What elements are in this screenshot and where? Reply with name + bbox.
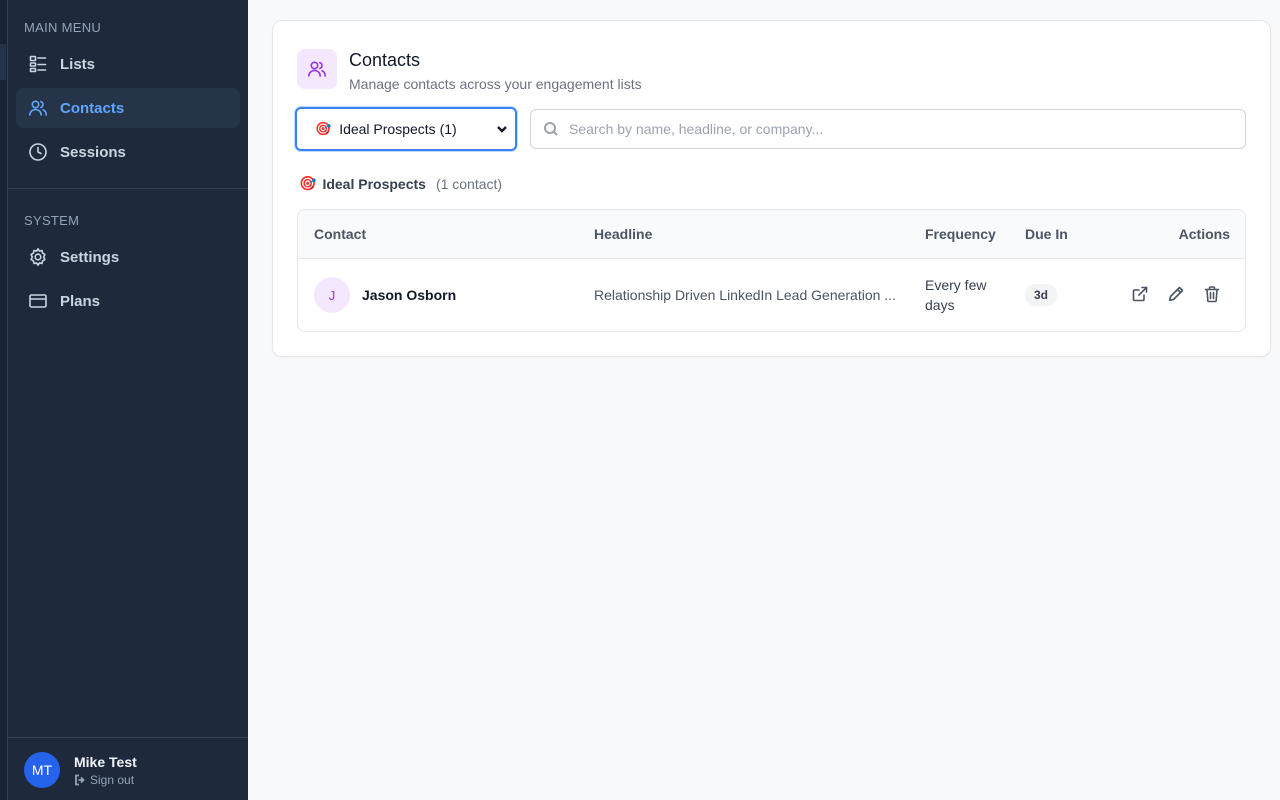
- table-row[interactable]: J Jason Osborn Relationship Driven Linke…: [298, 259, 1245, 331]
- list-icon: [29, 55, 47, 73]
- user-profile: MT Mike Test Sign out: [24, 752, 137, 788]
- sign-out-link[interactable]: Sign out: [74, 773, 137, 787]
- list-filter-value: Ideal Prospects (1): [339, 121, 457, 137]
- target-emoji-icon: 🎯: [315, 121, 332, 136]
- edit-contact-button[interactable]: [1167, 285, 1187, 305]
- contacts-table: Contact Headline Frequency Due In Action…: [297, 209, 1246, 332]
- frequency-line: days: [925, 297, 955, 313]
- target-emoji-icon: 🎯: [299, 175, 317, 191]
- due-badge: 3d: [1025, 284, 1058, 306]
- clock-icon: [29, 143, 47, 161]
- contact-avatar: J: [314, 277, 350, 313]
- contact-frequency: Every few days: [925, 275, 986, 315]
- trash-icon: [1204, 286, 1220, 303]
- delete-contact-button[interactable]: [1203, 285, 1223, 305]
- users-icon: [29, 100, 47, 116]
- sidebar-item-label: Plans: [60, 292, 101, 310]
- avatar[interactable]: MT: [24, 752, 60, 788]
- sidebar-item-label: Contacts: [60, 99, 125, 117]
- search-input[interactable]: [569, 121, 1209, 137]
- sidebar-item-label: Sessions: [60, 143, 126, 161]
- edge-marker: [0, 44, 6, 80]
- system-label: SYSTEM: [24, 213, 80, 228]
- sidebar-footer-divider: [8, 737, 248, 738]
- col-contact[interactable]: Contact: [314, 226, 366, 242]
- sidebar-item-label: Settings: [60, 248, 120, 266]
- list-heading: 🎯 Ideal Prospects (1 contact): [299, 175, 502, 192]
- col-due-in[interactable]: Due In: [1025, 226, 1068, 242]
- contact-headline: Relationship Driven LinkedIn Lead Genera…: [594, 287, 896, 303]
- col-headline[interactable]: Headline: [594, 226, 652, 242]
- col-actions: Actions: [1178, 226, 1230, 242]
- list-count: (1 contact): [435, 175, 503, 192]
- sidebar-item-contacts[interactable]: Contacts: [16, 88, 240, 128]
- gear-icon: [30, 248, 46, 266]
- users-icon: [308, 61, 326, 77]
- user-name: Mike Test: [74, 753, 137, 770]
- col-frequency[interactable]: Frequency: [925, 226, 996, 242]
- sidebar-item-plans[interactable]: Plans: [16, 281, 240, 321]
- main-menu-label: MAIN MENU: [24, 20, 102, 35]
- header-icon-box: [297, 49, 337, 89]
- sidebar-item-settings[interactable]: Settings: [16, 237, 240, 277]
- sign-out-icon: [75, 774, 85, 785]
- external-link-icon: [1132, 286, 1148, 302]
- window-edge: [0, 0, 8, 800]
- search-icon: [544, 122, 558, 136]
- list-name: Ideal Prospects: [322, 175, 426, 192]
- sidebar: MAIN MENU Lists Contacts Sessions SYSTEM…: [8, 0, 248, 800]
- page-subtitle: Manage contacts across your engagement l…: [349, 76, 642, 92]
- table-header: Contact Headline Frequency Due In Action…: [298, 210, 1245, 259]
- sidebar-divider: [8, 188, 248, 189]
- contacts-card: Contacts Manage contacts across your eng…: [272, 20, 1271, 357]
- open-profile-button[interactable]: [1131, 285, 1151, 305]
- page-title: Contacts: [349, 50, 421, 70]
- pencil-icon: [1168, 286, 1184, 302]
- search-box[interactable]: [530, 109, 1246, 149]
- chevron-down-icon: [497, 126, 507, 133]
- sidebar-item-lists[interactable]: Lists: [16, 44, 240, 84]
- list-filter-select[interactable]: 🎯 Ideal Prospects (1): [295, 107, 517, 151]
- sign-out-label: Sign out: [90, 772, 135, 787]
- sidebar-item-sessions[interactable]: Sessions: [16, 132, 240, 172]
- frequency-line: Every few: [925, 277, 987, 293]
- sidebar-item-label: Lists: [60, 55, 96, 73]
- credit-card-icon: [29, 294, 47, 308]
- contact-name[interactable]: Jason Osborn: [362, 287, 456, 303]
